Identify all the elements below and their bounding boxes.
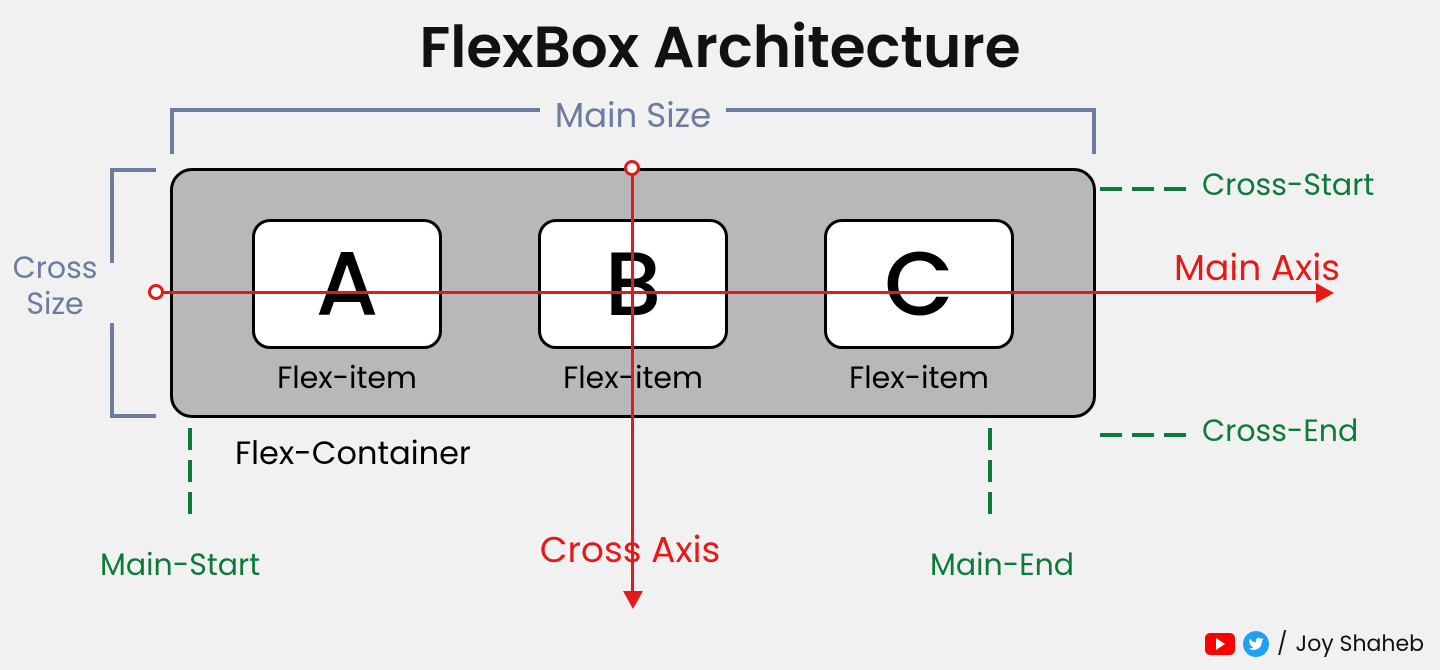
- twitter-icon: [1243, 631, 1269, 657]
- credits-separator: /: [1277, 627, 1287, 660]
- main-end-marker: [988, 428, 992, 524]
- cross-axis-origin-dot: [624, 160, 640, 176]
- main-start-label: Main-Start: [100, 542, 260, 588]
- credits: / Joy Shaheb: [1205, 627, 1424, 660]
- cross-size-label: Cross Size: [0, 250, 110, 322]
- main-size-label: Main Size: [170, 90, 1096, 141]
- cross-start-label: Cross-Start: [1202, 162, 1374, 208]
- page-title: FlexBox Architecture: [0, 4, 1440, 91]
- cross-axis-arrowhead: [623, 591, 643, 609]
- youtube-icon: [1205, 633, 1235, 655]
- flex-item-wrap: C Flex-item: [824, 219, 1014, 401]
- main-axis-label: Main Axis: [1174, 240, 1340, 295]
- flex-item-caption: Flex-item: [277, 355, 417, 401]
- cross-end-label: Cross-End: [1202, 408, 1358, 454]
- flex-item: A: [252, 219, 442, 349]
- cross-start-marker: Cross-Start: [1100, 166, 1374, 212]
- diagram-stage: FlexBox Architecture Main Size Cross Siz…: [0, 0, 1440, 670]
- flex-item-wrap: A Flex-item: [252, 219, 442, 401]
- credits-author: Joy Shaheb: [1296, 627, 1424, 660]
- cross-end-marker: Cross-End: [1100, 412, 1358, 458]
- flex-item-caption: Flex-item: [849, 355, 989, 401]
- flex-item: C: [824, 219, 1014, 349]
- cross-axis-label: Cross Axis: [470, 522, 790, 577]
- main-size-bracket: Main Size: [170, 108, 1096, 154]
- main-start-marker: [188, 428, 192, 524]
- flex-container-label: Flex-Container: [235, 430, 471, 478]
- main-axis-origin-dot: [148, 284, 164, 300]
- main-end-label: Main-End: [930, 542, 1074, 588]
- main-axis-line: [148, 291, 1316, 294]
